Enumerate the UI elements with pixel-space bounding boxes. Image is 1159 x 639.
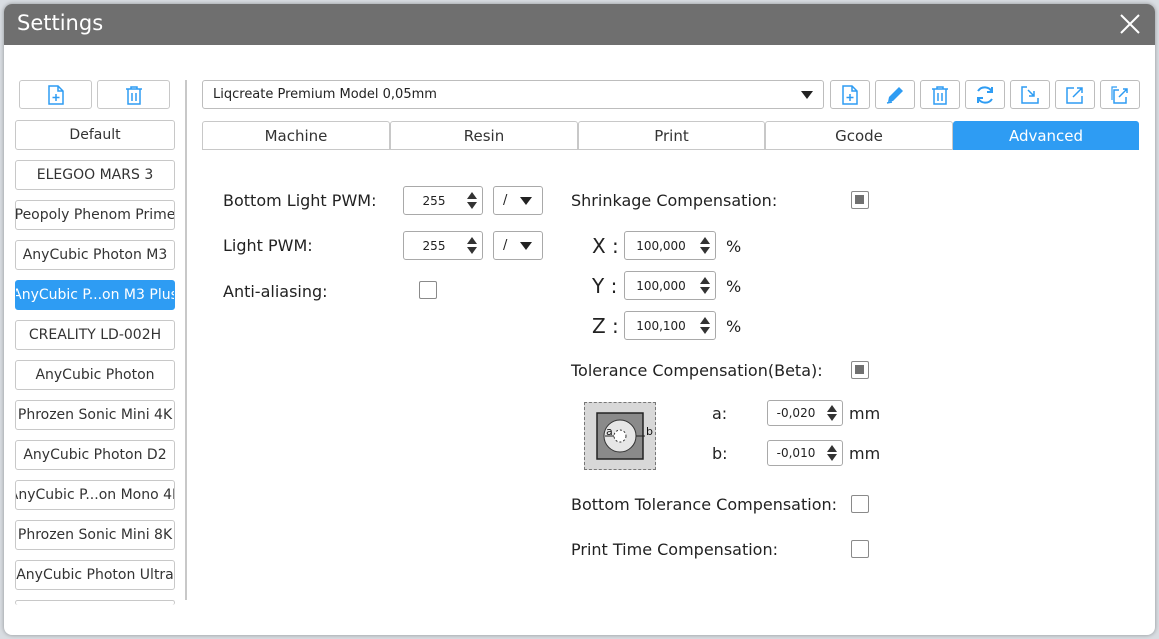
- delete-printer-button[interactable]: [97, 80, 170, 109]
- spin-up-icon[interactable]: [827, 445, 837, 452]
- delete-profile-button[interactable]: [920, 80, 960, 109]
- light-pwm-spinbox[interactable]: 255: [403, 231, 483, 260]
- sidebar-item-printer[interactable]: Phrozen Sonic Mini 4K: [15, 400, 175, 430]
- spin-down-icon[interactable]: [827, 414, 837, 421]
- settings-window: Settings Default ELEGOO MARS 3 Peopoly Phe…: [4, 4, 1155, 635]
- diagram-label-a: a: [606, 425, 613, 438]
- sidebar-divider: [185, 80, 187, 600]
- shrinkage-y-label: Y :: [592, 274, 618, 298]
- sidebar-item-printer[interactable]: AnyCubic Photon D2: [15, 440, 175, 470]
- edit-profile-button[interactable]: [875, 80, 915, 109]
- tab-print[interactable]: Print: [578, 121, 765, 150]
- tolerance-b-unit: mm: [849, 444, 881, 463]
- shrinkage-x-label: X :: [592, 234, 619, 258]
- bottom-light-pwm-spinbox[interactable]: 255: [403, 186, 483, 215]
- reset-profile-button[interactable]: [965, 80, 1005, 109]
- trash-icon: [125, 85, 142, 105]
- tolerance-a-unit: mm: [849, 404, 881, 423]
- sidebar-item-printer[interactable]: AnyCubic P...on M3 Plus: [15, 280, 175, 310]
- sidebar-item-printer[interactable]: Peopoly Phenom Prime: [15, 200, 175, 230]
- tolerance-compensation-checkbox[interactable]: [851, 361, 869, 379]
- light-pwm-mode-select[interactable]: /: [493, 231, 543, 260]
- sidebar-item-printer[interactable]: Default: [15, 120, 175, 150]
- spin-down-icon[interactable]: [467, 247, 477, 254]
- spin-up-icon[interactable]: [700, 277, 710, 284]
- resin-profile-dropdown[interactable]: Liqcreate Premium Model 0,05mm: [202, 80, 824, 109]
- add-profile-button[interactable]: [830, 80, 870, 109]
- import-icon: [1021, 85, 1039, 104]
- shrinkage-y-unit: %: [726, 277, 742, 296]
- tab-resin[interactable]: Resin: [390, 121, 578, 150]
- printer-sidebar: Default ELEGOO MARS 3 Peopoly Phenom Prime…: [4, 45, 188, 635]
- tab-machine[interactable]: Machine: [202, 121, 390, 150]
- tolerance-diagram-icon: [596, 412, 645, 460]
- light-pwm-label: Light PWM:: [223, 236, 313, 255]
- export-all-profiles-button[interactable]: [1100, 80, 1140, 109]
- sidebar-item-partial[interactable]: [15, 600, 175, 605]
- sidebar-item-printer[interactable]: AnyCubic P...on Mono 4K: [15, 480, 175, 510]
- tolerance-diagram: a b: [584, 402, 656, 470]
- resin-profile-value: Liqcreate Premium Model 0,05mm: [213, 87, 437, 102]
- shrinkage-y-spinbox[interactable]: 100,000: [624, 271, 716, 300]
- export-icon: [1066, 86, 1083, 104]
- tab-gcode[interactable]: Gcode: [765, 121, 953, 150]
- print-time-compensation-checkbox[interactable]: [851, 540, 869, 558]
- bottom-light-pwm-label: Bottom Light PWM:: [223, 191, 377, 210]
- print-time-compensation-label: Print Time Compensation:: [571, 540, 778, 559]
- import-profile-button[interactable]: [1010, 80, 1050, 109]
- tolerance-compensation-label: Tolerance Compensation(Beta):: [571, 361, 823, 380]
- refresh-icon: [977, 85, 993, 104]
- sidebar-item-printer[interactable]: AnyCubic Photon M3: [15, 240, 175, 270]
- chevron-down-icon: [520, 197, 532, 205]
- title-bar: Settings: [4, 4, 1155, 45]
- sidebar-item-printer[interactable]: CREALITY LD-002H: [15, 320, 175, 350]
- spin-down-icon[interactable]: [700, 247, 710, 254]
- spin-up-icon[interactable]: [827, 405, 837, 412]
- diagram-label-b: b: [646, 425, 653, 438]
- sidebar-item-printer[interactable]: ELEGOO MARS 3: [15, 160, 175, 190]
- sidebar-item-printer[interactable]: Phrozen Sonic Mini 8K: [15, 520, 175, 550]
- anti-aliasing-label: Anti-aliasing:: [223, 282, 328, 301]
- window-title: Settings: [17, 11, 104, 35]
- sidebar-item-printer[interactable]: AnyCubic Photon Ultra: [15, 560, 175, 590]
- bottom-light-pwm-mode-select[interactable]: /: [493, 186, 543, 215]
- add-file-icon: [842, 84, 858, 105]
- bottom-tolerance-compensation-checkbox[interactable]: [851, 495, 869, 513]
- edit-icon: [886, 86, 903, 104]
- shrinkage-compensation-checkbox[interactable]: [851, 191, 869, 209]
- chevron-down-icon: [520, 242, 532, 250]
- spin-up-icon[interactable]: [700, 317, 710, 324]
- tolerance-a-spinbox[interactable]: -0,020: [767, 400, 843, 426]
- spin-down-icon[interactable]: [700, 287, 710, 294]
- close-icon[interactable]: [1119, 13, 1141, 35]
- add-printer-button[interactable]: [19, 80, 92, 109]
- shrinkage-z-unit: %: [726, 317, 742, 336]
- export-all-icon: [1111, 85, 1128, 104]
- shrinkage-x-unit: %: [726, 237, 742, 256]
- export-profile-button[interactable]: [1055, 80, 1095, 109]
- add-file-icon: [47, 84, 64, 105]
- spin-down-icon[interactable]: [700, 327, 710, 334]
- tolerance-b-label: b:: [712, 444, 728, 463]
- sidebar-item-printer[interactable]: AnyCubic Photon: [15, 360, 175, 390]
- tolerance-a-label: a:: [712, 404, 728, 423]
- chevron-down-icon: [801, 91, 813, 99]
- spin-up-icon[interactable]: [467, 237, 477, 244]
- anti-aliasing-checkbox[interactable]: [419, 281, 437, 299]
- shrinkage-z-label: Z :: [592, 314, 619, 338]
- trash-icon: [932, 85, 948, 105]
- shrinkage-x-spinbox[interactable]: 100,000: [624, 231, 716, 260]
- shrinkage-z-spinbox[interactable]: 100,100: [624, 311, 716, 340]
- spin-down-icon[interactable]: [827, 454, 837, 461]
- tolerance-b-spinbox[interactable]: -0,010: [767, 440, 843, 466]
- spin-up-icon[interactable]: [467, 192, 477, 199]
- spin-down-icon[interactable]: [467, 202, 477, 209]
- bottom-tolerance-compensation-label: Bottom Tolerance Compensation:: [571, 495, 838, 514]
- shrinkage-compensation-label: Shrinkage Compensation:: [571, 191, 778, 210]
- spin-up-icon[interactable]: [700, 237, 710, 244]
- tab-advanced[interactable]: Advanced: [953, 121, 1139, 150]
